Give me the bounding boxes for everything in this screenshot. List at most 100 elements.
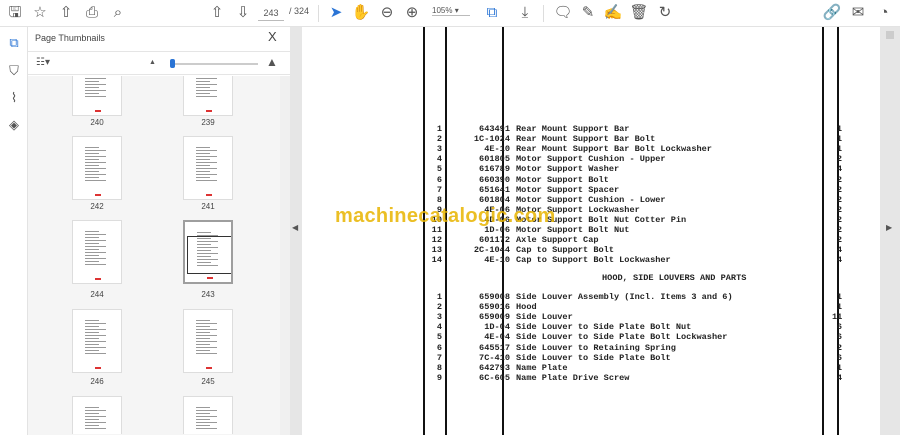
large-mountain-icon[interactable]: ▲ [266, 55, 278, 69]
quantity: 1 [836, 302, 842, 313]
part-number: 645517 [479, 342, 510, 353]
select-cursor-icon[interactable]: ➤ [326, 4, 346, 22]
collapse-left-icon[interactable]: ◀ [292, 223, 298, 232]
part-number: 1C-1024 [473, 134, 510, 145]
thumbnail-options-icon[interactable]: ☷▾ [36, 57, 50, 68]
thumbnail-page-label: 239 [201, 118, 215, 127]
page-thumbnail[interactable] [183, 309, 233, 373]
account-icon[interactable]: ◔ [874, 4, 894, 22]
page-thumbnail[interactable] [72, 396, 122, 434]
email-icon[interactable]: ✉ [848, 4, 868, 22]
quantity: 2 [836, 235, 842, 246]
part-description: Motor Support Cushion - Lower [516, 194, 666, 205]
quantity: 4 [836, 164, 842, 175]
bookmarks-icon[interactable]: ⛉ [5, 63, 23, 81]
part-number: 6C-605 [479, 372, 510, 383]
part-description: Cap to Support Bolt [516, 245, 614, 256]
item-number: 4 [436, 322, 442, 333]
item-number: 2 [436, 134, 442, 145]
document-page: 1 643491 Rear Mount Support Bar 1 2 1C-1024 Re… [302, 27, 880, 435]
quantity: 2 [836, 214, 842, 225]
thumbnail-page-label: 240 [90, 118, 104, 127]
quantity: 2 [836, 342, 842, 353]
page-fit-icon[interactable]: ⧉ [482, 4, 502, 22]
layers-icon[interactable]: ◈ [5, 117, 23, 135]
zoom-in-icon[interactable]: ⊕ [402, 4, 422, 22]
page-thumbnails-icon[interactable]: ⧉ [5, 35, 23, 53]
panel-splitter[interactable]: ◀ [290, 27, 302, 435]
part-number: 2C-1044 [473, 245, 510, 256]
watermark: machinecatalogic.com [335, 205, 556, 227]
hand-tool-icon[interactable]: ✋ [351, 4, 371, 22]
zoom-out-icon[interactable]: ⊖ [377, 4, 397, 22]
part-number: 643491 [479, 124, 510, 134]
comment-icon[interactable]: 🗨 [553, 4, 573, 22]
print-icon[interactable]: ⎙ [82, 4, 102, 22]
page-number-input[interactable] [258, 5, 284, 21]
part-number: 4E-10 [484, 255, 510, 266]
quantity: 2 [836, 174, 842, 185]
quantity: 11 [832, 312, 843, 323]
panel-title: Page Thumbnails [35, 33, 105, 43]
part-description: Name Plate [516, 362, 568, 373]
thumbnail-list: 240 239 242 241 244 243 246 245 [28, 76, 280, 435]
thumbnail-page-label: 242 [90, 202, 104, 211]
thumbnails-panel: Page Thumbnails X ☷▾ ▲ ▲ 240 239 242 241 244… [28, 27, 290, 435]
next-page-icon[interactable]: ⇩ [233, 4, 253, 22]
part-description: Hood [516, 302, 537, 313]
quantity: 1 [836, 134, 842, 145]
bookmark-star-icon[interactable]: ☆ [30, 4, 50, 22]
page-thumbnail[interactable] [72, 136, 122, 200]
thumbnail-page-label: 244 [90, 290, 104, 299]
part-number: 616789 [479, 164, 510, 175]
scroll-thumb[interactable] [886, 31, 894, 39]
section-title: HOOD, SIDE LOUVERS AND PARTS [602, 273, 747, 283]
attachments-icon[interactable]: ⌇ [5, 90, 23, 108]
save-icon[interactable]: 🖫 [5, 4, 25, 22]
item-number: 3 [436, 312, 442, 323]
part-number: 1D-04 [484, 322, 510, 333]
small-mountain-icon[interactable]: ▲ [149, 59, 156, 66]
zoom-select[interactable]: 105% ▾ [432, 6, 470, 16]
item-number: 1 [436, 124, 442, 134]
pen-icon[interactable]: ✎ [578, 4, 598, 22]
item-number: 9 [436, 372, 442, 383]
share-link-icon[interactable]: 🔗 [822, 4, 842, 22]
page-thumbnail[interactable] [183, 76, 233, 116]
thumbnail-page-label: 243 [201, 290, 215, 299]
delete-icon[interactable]: 🗑 [629, 4, 649, 22]
prev-page-icon[interactable]: ⇧ [207, 4, 227, 22]
expand-right-icon[interactable]: ▶ [886, 223, 892, 232]
search-icon[interactable]: ⌕ [108, 4, 128, 22]
part-number: 651641 [479, 184, 510, 195]
thumbnail-toolbar: ☷▾ ▲ ▲ [28, 51, 290, 75]
page-thumbnail[interactable] [183, 220, 233, 284]
table-rule [445, 27, 447, 435]
item-number: 8 [436, 194, 442, 205]
page-thumbnail[interactable] [183, 136, 233, 200]
thumbnail-page-label: 241 [201, 202, 215, 211]
thumbnail-page-label: 246 [90, 377, 104, 386]
zoom-value: 105% [432, 6, 453, 15]
thumbnail-size-slider[interactable] [170, 63, 258, 65]
panel-scrollbar[interactable] [280, 76, 290, 435]
part-number: 642793 [479, 362, 510, 373]
divider [318, 5, 319, 22]
page-thumbnail[interactable] [72, 76, 122, 116]
quantity: 2 [836, 194, 842, 205]
close-panel-button[interactable]: X [268, 29, 277, 44]
document-scrollbar[interactable]: ▶ [880, 27, 900, 435]
page-thumbnail[interactable] [183, 396, 233, 434]
rotate-icon[interactable]: ↻ [655, 4, 675, 22]
quantity: 6 [836, 322, 842, 333]
upload-icon[interactable]: ⇧ [56, 4, 76, 22]
item-number: 2 [436, 302, 442, 313]
quantity: 2 [836, 204, 842, 215]
sign-icon[interactable]: ✍ [603, 4, 623, 22]
page-thumbnail[interactable] [72, 309, 122, 373]
page-thumbnail[interactable] [72, 220, 122, 284]
total-pages: / 324 [289, 6, 310, 16]
scroll-mode-icon[interactable]: ⤓ [515, 4, 535, 22]
item-number: 13 [431, 245, 442, 256]
slider-handle[interactable] [170, 59, 175, 68]
